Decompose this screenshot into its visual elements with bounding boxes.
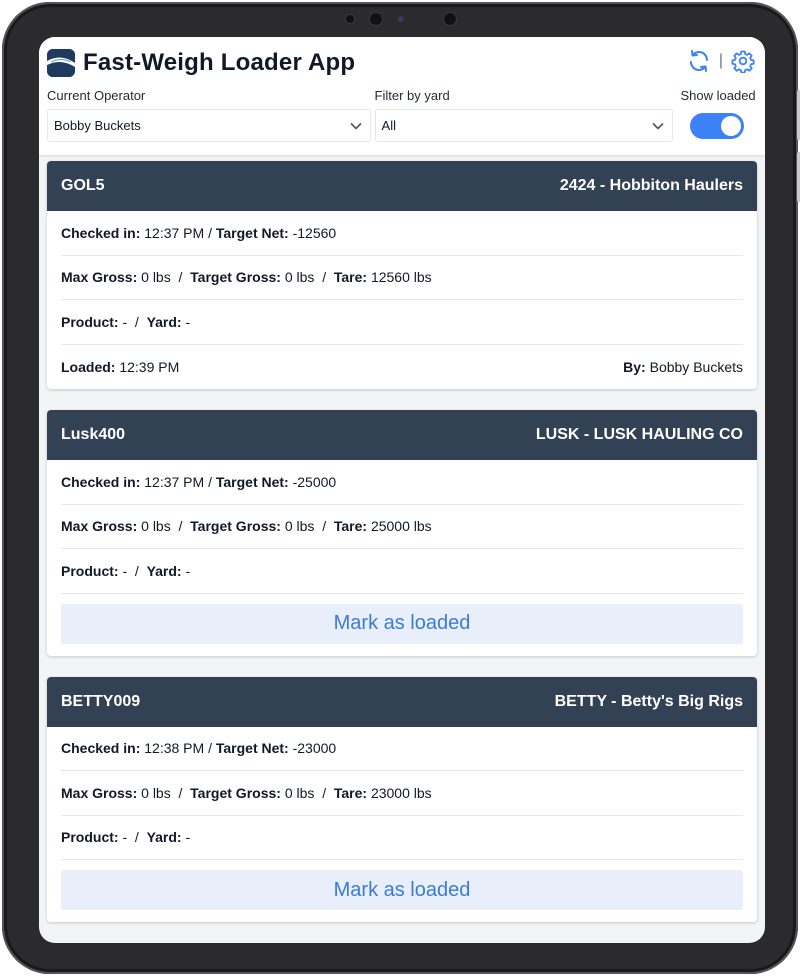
loaded-label: Loaded: xyxy=(61,358,116,375)
tare-label: Tare: xyxy=(333,784,368,801)
yard-label: Yard: xyxy=(146,313,182,330)
tare-value: 25000 lbs xyxy=(370,518,432,535)
checked-in-label: Checked in: xyxy=(61,473,141,490)
target-gross-label: Target Gross: xyxy=(190,518,281,535)
yard-value: - xyxy=(185,829,191,846)
mark-as-loaded-button[interactable]: Mark as loaded xyxy=(61,603,743,644)
truck-id: GOL5 xyxy=(61,177,105,194)
target-net-label: Target Net: xyxy=(215,473,289,490)
app-title: Fast-Weigh Loader App xyxy=(83,49,356,76)
max-gross-label: Max Gross: xyxy=(61,269,138,286)
chevron-down-icon xyxy=(652,122,664,130)
yard-filter-value: All xyxy=(381,118,396,133)
ticket-header: GOL5 2424 - Hobbiton Haulers xyxy=(47,161,757,211)
target-gross-label: Target Gross: xyxy=(190,269,281,286)
weights-row: Max Gross: 0 lbs / Target Gross: 0 lbs /… xyxy=(61,771,743,816)
ticket-header: Lusk400 LUSK - LUSK HAULING CO xyxy=(47,410,757,460)
target-net-value: -23000 xyxy=(292,740,337,757)
truck-id: BETTY009 xyxy=(61,692,141,710)
hauler-name: BETTY - Betty's Big Rigs xyxy=(554,692,743,710)
yard-filter-select[interactable]: All xyxy=(374,109,674,142)
yard-value: - xyxy=(185,562,191,579)
operator-value: Bobby Buckets xyxy=(54,118,141,133)
checked-in-label: Checked in: xyxy=(61,224,141,241)
yard-filter-label: Filter by yard xyxy=(374,88,450,103)
app-logo-icon xyxy=(47,49,75,77)
max-gross-value: 0 lbs xyxy=(141,518,171,535)
app-screen: Fast-Weigh Loader App | Current Operator… xyxy=(39,37,765,943)
yard-label: Yard: xyxy=(146,562,182,579)
header-actions: | xyxy=(687,49,755,74)
camera-bar xyxy=(342,13,462,25)
yard-value: - xyxy=(185,313,191,330)
loaded-row: Loaded: 12:39 PM By: Bobby Buckets xyxy=(61,345,743,390)
target-net-value: -12560 xyxy=(292,224,337,241)
yard-label: Yard: xyxy=(146,829,182,846)
target-net-label: Target Net: xyxy=(215,224,289,241)
truck-id: Lusk400 xyxy=(61,426,126,443)
checked-in-value: 12:37 PM xyxy=(144,473,205,490)
app-header: Fast-Weigh Loader App | Current Operator… xyxy=(39,37,765,155)
max-gross-label: Max Gross: xyxy=(61,784,138,801)
chevron-down-icon xyxy=(349,122,362,130)
checked-in-value: 12:37 PM xyxy=(144,224,205,241)
product-row: Product: - / Yard: - xyxy=(61,549,743,594)
target-gross-value: 0 lbs xyxy=(284,518,315,535)
toggle-knob xyxy=(721,116,742,136)
product-row: Product: - / Yard: - xyxy=(61,816,743,860)
max-gross-value: 0 lbs xyxy=(141,269,171,286)
show-loaded-label: Show loaded xyxy=(680,88,756,103)
target-gross-value: 0 lbs xyxy=(284,269,315,286)
target-net-value: -25000 xyxy=(292,473,337,490)
ticket-card: GOL5 2424 - Hobbiton Haulers Checked in:… xyxy=(47,161,757,389)
ticket-list: GOL5 2424 - Hobbiton Haulers Checked in:… xyxy=(39,155,765,943)
mark-as-loaded-button[interactable]: Mark as loaded xyxy=(61,870,743,910)
loaded-by-label: By: xyxy=(623,358,646,375)
checkin-row: Checked in: 12:38 PM / Target Net: -2300… xyxy=(61,727,743,771)
loaded-by-value: Bobby Buckets xyxy=(649,358,743,375)
tare-label: Tare: xyxy=(333,518,368,535)
weights-row: Max Gross: 0 lbs / Target Gross: 0 lbs /… xyxy=(61,256,743,300)
ticket-card: BETTY009 BETTY - Betty's Big Rigs Checke… xyxy=(47,676,757,922)
tare-value: 23000 lbs xyxy=(370,784,432,801)
checked-in-label: Checked in: xyxy=(61,740,141,757)
ticket-card: Lusk400 LUSK - LUSK HAULING CO Checked i… xyxy=(47,410,757,656)
tare-value: 12560 lbs xyxy=(370,269,432,286)
product-label: Product: xyxy=(61,829,119,846)
hauler-name: 2424 - Hobbiton Haulers xyxy=(559,177,743,194)
refresh-icon[interactable] xyxy=(687,49,711,73)
tare-label: Tare: xyxy=(333,269,368,286)
target-net-label: Target Net: xyxy=(215,740,289,757)
target-gross-value: 0 lbs xyxy=(284,784,315,801)
tablet-frame: Fast-Weigh Loader App | Current Operator… xyxy=(2,2,800,974)
ticket-header: BETTY009 BETTY - Betty's Big Rigs xyxy=(47,676,757,727)
hauler-name: LUSK - LUSK HAULING CO xyxy=(535,426,743,443)
checked-in-value: 12:38 PM xyxy=(144,740,205,757)
header-separator: | xyxy=(718,52,723,69)
checkin-row: Checked in: 12:37 PM / Target Net: -1256… xyxy=(61,211,743,256)
product-label: Product: xyxy=(61,562,119,579)
checkin-row: Checked in: 12:37 PM / Target Net: -2500… xyxy=(61,460,743,505)
product-label: Product: xyxy=(61,313,119,330)
operator-select[interactable]: Bobby Buckets xyxy=(47,109,371,142)
show-loaded-toggle[interactable] xyxy=(690,113,745,139)
operator-label: Current Operator xyxy=(47,88,146,103)
filter-bar: Current Operator Bobby Buckets Filter by… xyxy=(47,89,757,142)
gear-icon[interactable] xyxy=(731,49,755,74)
target-gross-label: Target Gross: xyxy=(190,784,281,801)
loaded-time: 12:39 PM xyxy=(119,358,180,375)
max-gross-label: Max Gross: xyxy=(61,518,138,535)
weights-row: Max Gross: 0 lbs / Target Gross: 0 lbs /… xyxy=(61,505,743,549)
product-row: Product: - / Yard: - xyxy=(61,300,743,345)
max-gross-value: 0 lbs xyxy=(141,784,171,801)
